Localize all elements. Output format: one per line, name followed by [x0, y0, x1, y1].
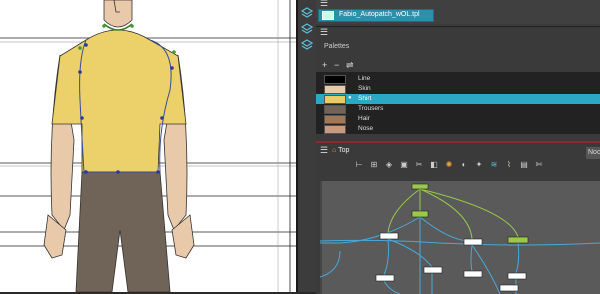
peg-icon[interactable]: ⊢: [354, 160, 364, 170]
template-icon: [322, 11, 334, 20]
drawing-canvas[interactable]: [0, 0, 296, 292]
menu-icon[interactable]: ☰: [320, 0, 328, 9]
color-chip: [324, 115, 346, 124]
color-name: Line: [358, 75, 371, 82]
menu-icon[interactable]: ☰: [320, 145, 328, 156]
color-swatch-row[interactable]: Nose: [316, 124, 600, 134]
node-network: [320, 181, 600, 294]
layer-icon[interactable]: [300, 22, 314, 36]
character-drawing: [0, 0, 296, 292]
glow-icon[interactable]: ✺: [444, 160, 454, 170]
layer-icon[interactable]: [300, 38, 314, 52]
matte-icon[interactable]: ◧: [429, 160, 439, 170]
selected-dot-icon: ●: [348, 95, 352, 101]
breadcrumb[interactable]: ⌂ Top: [332, 147, 349, 154]
library-panel: ☰ Fabio_Autopatch_wOL.tpl: [316, 0, 600, 24]
node-graph[interactable]: [320, 181, 600, 294]
color-swatch-row[interactable]: Skin: [316, 84, 600, 94]
menu-icon[interactable]: ☰: [320, 27, 328, 38]
palettes-title: Palettes: [324, 43, 350, 50]
highlight-icon[interactable]: ✦: [474, 160, 484, 170]
color-swatch-row[interactable]: Trousers: [316, 104, 600, 114]
color-card-icon[interactable]: ▤: [519, 160, 529, 170]
color-name: Nose: [358, 125, 374, 132]
color-chip: [324, 85, 346, 94]
add-color-button[interactable]: +: [322, 60, 327, 70]
color-name: Shirt: [358, 95, 372, 102]
cutter-icon[interactable]: ✂: [414, 160, 424, 170]
node-view-panel: ☰ ⌂ Top Noc ⊢ ⊞ ◈ ▣ ✂ ◧ ✺ ◐ ✦ ≋ ⌇ ▤ ✄: [316, 141, 600, 294]
color-chip: [324, 95, 346, 104]
palettes-panel: ☰ Palettes + − ⇌ Line Skin ● Shirt Trousers H…: [316, 26, 600, 139]
color-chip: [324, 125, 346, 134]
right-panel-area: ☰ Fabio_Autopatch_wOL.tpl ☰ Palettes + −…: [316, 0, 600, 294]
color-name: Skin: [358, 85, 371, 92]
group-icon[interactable]: ⊞: [369, 160, 379, 170]
remove-color-button[interactable]: −: [334, 60, 339, 70]
tone-icon[interactable]: ◐: [459, 160, 469, 170]
scissors-icon[interactable]: ✄: [534, 160, 544, 170]
composite-icon[interactable]: ◈: [384, 160, 394, 170]
blur-icon[interactable]: ≋: [489, 160, 499, 170]
breadcrumb-label: Top: [338, 147, 350, 154]
template-name: Fabio_Autopatch_wOL.tpl: [339, 11, 420, 18]
color-swatch-row[interactable]: Line: [316, 74, 600, 84]
template-item[interactable]: Fabio_Autopatch_wOL.tpl: [318, 9, 434, 22]
deformation-icon[interactable]: ⌇: [504, 160, 514, 170]
color-name: Hair: [358, 115, 370, 122]
home-icon: ⌂: [332, 147, 337, 154]
node-view-header: ☰ ⌂ Top Noc: [316, 145, 600, 159]
display-icon[interactable]: ▣: [399, 160, 409, 170]
swatch-list: Line Skin ● Shirt Trousers Hair Nose: [316, 72, 600, 134]
color-name: Trousers: [358, 105, 384, 112]
view-tool-strip: [298, 0, 317, 292]
color-chip: [324, 75, 346, 84]
color-chip: [324, 105, 346, 114]
layer-icon[interactable]: [300, 6, 314, 20]
color-swatch-row[interactable]: Hair: [316, 114, 600, 124]
swap-color-button[interactable]: ⇌: [346, 60, 354, 71]
tab-node-library[interactable]: Noc: [586, 147, 600, 159]
color-swatch-row[interactable]: ● Shirt: [316, 94, 600, 104]
